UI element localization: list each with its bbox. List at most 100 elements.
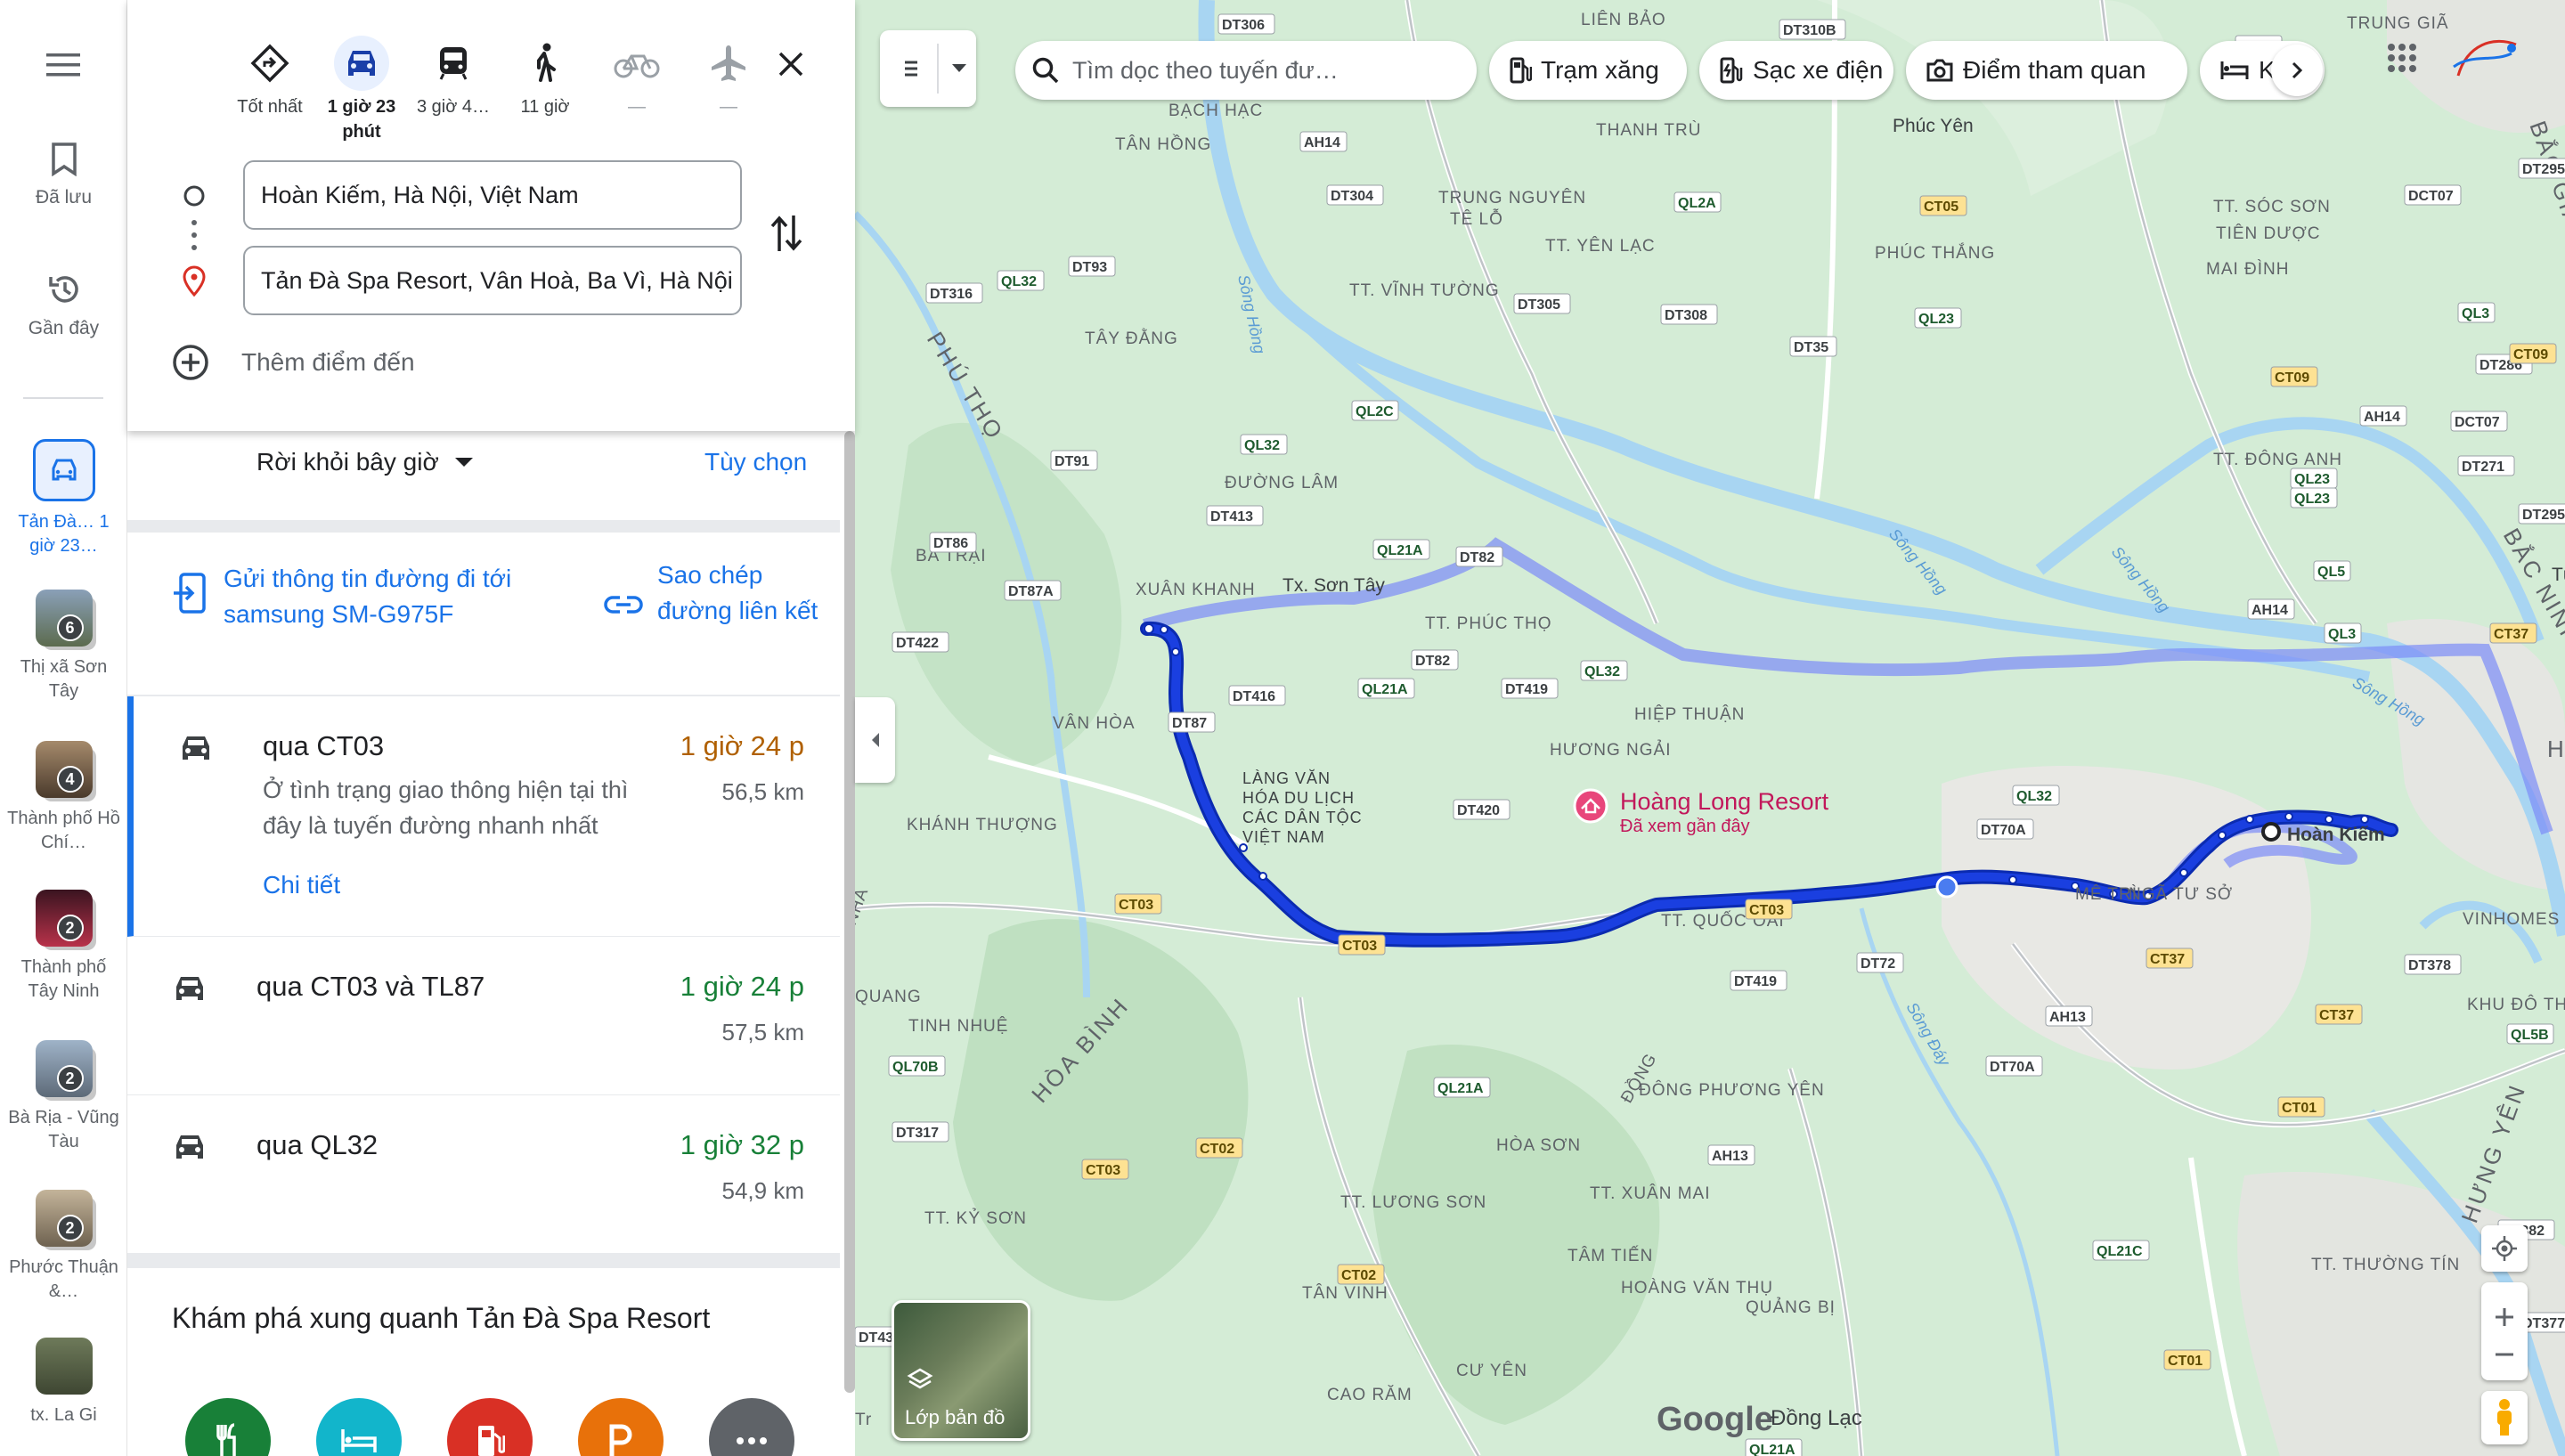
hamburger-icon: [45, 53, 80, 77]
zoom-out-icon[interactable]: [2494, 1353, 2515, 1356]
map-canvas[interactable]: Hoàn Kiếm Hoàng Long Resort Đã xem gần đ…: [855, 0, 2565, 1456]
mode-transit[interactable]: 3 giờ 4…: [409, 36, 498, 144]
road-shield-label: CT01: [2168, 1354, 2203, 1369]
map-town-label: XUÂN KHANH: [1136, 580, 1256, 599]
copy-link-button[interactable]: Sao chép đường liên kết: [657, 557, 835, 629]
street-view-pegman[interactable]: [2481, 1391, 2528, 1444]
road-shield-label: DT271: [2462, 460, 2504, 475]
bike-icon: [614, 54, 660, 78]
road-shield: QL23: [2290, 487, 2338, 508]
map-town-label: TINH NHUỆ: [908, 1016, 1008, 1036]
road-shield: QL23: [1914, 307, 1962, 329]
panel-scrollbar[interactable]: [844, 431, 855, 1393]
menu-button[interactable]: [0, 52, 127, 78]
recent-item[interactable]: 4 Thành phố Hồ Chí…: [0, 741, 127, 855]
recent-label: Gần đây: [28, 318, 100, 338]
category-restaurants-button[interactable]: [185, 1398, 271, 1456]
road-shield-label: QL5B: [2511, 1028, 2549, 1043]
hotel-icon: [341, 1429, 377, 1452]
recent-item-active-route[interactable]: Tản Đà… 1 giờ 23…: [0, 439, 127, 558]
mode-driving[interactable]: 1 giờ 23 phút: [317, 36, 406, 144]
route-option-3[interactable]: qua QL32 1 giờ 32 p 54,9 km: [127, 1095, 840, 1254]
close-directions-button[interactable]: [767, 40, 815, 88]
road-shield-label: DT420: [1457, 803, 1500, 818]
apps-grid-icon: [2388, 44, 2416, 72]
saved-button[interactable]: Đã lưu: [0, 142, 127, 209]
road-shield: CT09: [2509, 343, 2557, 364]
recent-button[interactable]: Gần đây: [0, 272, 127, 340]
road-shield-label: CT03: [1119, 898, 1153, 913]
route-description: Ở tình trạng giao thông hiện tại thì đây…: [263, 777, 629, 839]
avatar-logo-icon: [2453, 39, 2517, 77]
chip-ev-charging[interactable]: Sạc xe điện: [1699, 41, 1893, 100]
google-apps-button[interactable]: [2387, 43, 2417, 77]
send-to-phone-button[interactable]: Gửi thông tin đường đi tới samsung SM-G9…: [172, 561, 544, 632]
car-icon: [176, 977, 203, 1000]
destination-input[interactable]: Tản Đà Spa Resort, Vân Hoà, Ba Vì, Hà Nộ…: [243, 246, 742, 315]
recent-item[interactable]: 2 Bà Rịa - Vũng Tàu: [0, 1040, 127, 1154]
road-shield-label: DT93: [1072, 260, 1107, 275]
poi-hoang-long-resort[interactable]: Hoàng Long Resort Đã xem gần đây: [1573, 788, 1829, 836]
category-parking-button[interactable]: [578, 1398, 664, 1456]
search-along-route[interactable]: Tìm dọc theo tuyến đư…: [1015, 41, 1477, 100]
mode-walking[interactable]: 11 giờ: [501, 36, 590, 144]
zoom-controls: [2481, 1282, 2528, 1380]
road-shield-label: QL32: [1244, 438, 1280, 453]
road-shield: CT03: [1745, 899, 1793, 920]
road-shield-label: CT02: [1341, 1268, 1376, 1283]
route-options-dropdown[interactable]: [880, 30, 976, 107]
map-town-label: TT. LƯƠNG SƠN: [1340, 1193, 1486, 1212]
collapse-panel-button[interactable]: [855, 697, 895, 783]
section-divider: [127, 520, 840, 533]
bookmark-icon: [51, 142, 77, 176]
history-icon: [48, 276, 78, 303]
route-start-marker[interactable]: [2261, 822, 2281, 842]
directions-panel: Tốt nhất 1 giờ 23 phút 3 giờ 4… 11 giờ —: [127, 0, 855, 1456]
chip-label: Điểm tham quan: [1963, 56, 2146, 84]
map-town-label: VINHOMES OCEAN PARK: [2463, 910, 2565, 929]
explore-nearby-title: Khám phá xung quanh Tản Đà Spa Resort: [172, 1302, 711, 1334]
recent-item[interactable]: 6 Thị xã Sơn Tây: [0, 590, 127, 704]
category-gas-button[interactable]: [447, 1398, 533, 1456]
chips-next-button[interactable]: [2271, 45, 2323, 96]
road-shield: QL2A: [1673, 191, 1722, 213]
road-shield: CT09: [2270, 366, 2318, 387]
road-shield: DT317: [892, 1121, 949, 1143]
road-shield: DT82: [1455, 546, 1503, 567]
origin-input[interactable]: Hoàn Kiếm, Hà Nội, Việt Nam: [243, 160, 742, 230]
link-icon[interactable]: [604, 594, 643, 615]
map-layers-button[interactable]: Lớp bản đồ: [892, 1300, 1030, 1441]
category-more-button[interactable]: [709, 1398, 794, 1456]
road-shield-label: QL3: [2328, 627, 2356, 642]
route-time: 1 giờ 32 p: [680, 1129, 804, 1160]
account-avatar[interactable]: [2440, 27, 2529, 98]
swap-icon[interactable]: [769, 212, 804, 255]
road-shield: QL23: [2290, 468, 2338, 489]
route-option-1[interactable]: qua CT03 1 giờ 24 p 56,5 km Ở tình trạng…: [127, 696, 840, 937]
options-link[interactable]: Tùy chọn: [704, 448, 807, 476]
route-option-2[interactable]: qua CT03 và TL87 1 giờ 24 p 57,5 km: [127, 937, 840, 1095]
road-shield-label: DT377: [2522, 1316, 2565, 1331]
send-to-device-icon: [174, 573, 206, 614]
mode-flight[interactable]: —: [684, 36, 773, 144]
recent-item[interactable]: 2 Thành phố Tây Ninh: [0, 890, 127, 1004]
chip-gas-stations[interactable]: Trạm xăng: [1489, 41, 1687, 100]
chip-attractions[interactable]: Điểm tham quan: [1906, 41, 2187, 100]
add-destination-button[interactable]: Thêm điểm đến: [172, 344, 415, 381]
place-thumbnail: [35, 1338, 93, 1395]
section-divider: [127, 1254, 840, 1268]
my-location-button[interactable]: [2481, 1225, 2528, 1272]
depart-time-dropdown[interactable]: Rời khỏi bây giờ: [256, 448, 475, 476]
road-shield: QL21A: [1357, 678, 1415, 699]
map-town-label: HIỆP THUẬN: [1634, 704, 1745, 724]
category-hotels-button[interactable]: [316, 1398, 402, 1456]
route-details-link[interactable]: Chi tiết: [263, 871, 340, 899]
recent-item[interactable]: tx. La Gi: [0, 1338, 127, 1428]
destination-pin-icon: [183, 265, 206, 297]
zoom-in-icon[interactable]: [2494, 1306, 2515, 1328]
road-shield: QL2C: [1351, 400, 1399, 421]
mode-cycling[interactable]: —: [592, 36, 681, 144]
place-thumbnail: 6: [35, 590, 93, 647]
recent-item[interactable]: 2 Phước Thuận &…: [0, 1190, 127, 1304]
mode-best[interactable]: Tốt nhất: [225, 36, 314, 144]
